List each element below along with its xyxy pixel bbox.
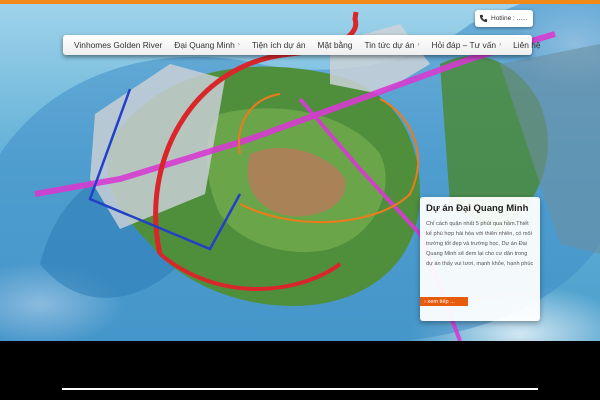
nav-item-mat-bang[interactable]: Mặt bằng <box>312 35 359 55</box>
read-more-button[interactable]: › xem tiếp ... <box>420 297 468 306</box>
nav-item-label: Vinhomes Golden River <box>74 40 163 50</box>
project-info-card: Dự án Đại Quang Minh Chỉ cách quận nhất … <box>420 197 540 321</box>
horizontal-scrollbar[interactable] <box>62 388 538 390</box>
nav-item-label: Tiện ích dự án <box>251 40 306 50</box>
footer-area <box>0 341 600 400</box>
nav-item-label: Tin tức dự án <box>364 40 415 50</box>
nav-item-label: Liên hệ <box>513 40 541 50</box>
chevron-right-icon: › <box>417 42 420 48</box>
nav-item-hoi-dap-tu-van[interactable]: Hỏi đáp – Tư vấn › <box>425 35 507 55</box>
chevron-right-icon: › <box>499 42 502 48</box>
hotline-button[interactable]: Hotline : ...... <box>475 10 533 27</box>
phone-icon <box>479 14 488 23</box>
nav-item-dai-quang-minh[interactable]: Đại Quang Minh › <box>168 35 246 55</box>
card-description: Chỉ cách quận nhất 5 phút qua hầm.Thiết … <box>426 221 534 267</box>
nav-item-label: Hỏi đáp – Tư vấn <box>431 40 497 50</box>
nav-item-tien-ich-du-an[interactable]: Tiện ích dự án <box>246 35 312 55</box>
card-title: Dự án Đại Quang Minh <box>426 203 529 214</box>
main-navigation: Vinhomes Golden River Đại Quang Minh › T… <box>63 35 541 55</box>
chevron-right-icon: › <box>237 42 240 48</box>
hotline-label: Hotline : ...... <box>491 15 528 22</box>
nav-item-vinhomes-golden-river[interactable]: Vinhomes Golden River <box>68 35 168 55</box>
nav-item-tin-tuc-du-an[interactable]: Tin tức dự án › <box>358 35 425 55</box>
nav-item-label: Đại Quang Minh <box>174 40 235 50</box>
nav-item-label: Mặt bằng <box>317 40 353 50</box>
nav-item-lien-he[interactable]: Liên hệ <box>507 35 546 55</box>
